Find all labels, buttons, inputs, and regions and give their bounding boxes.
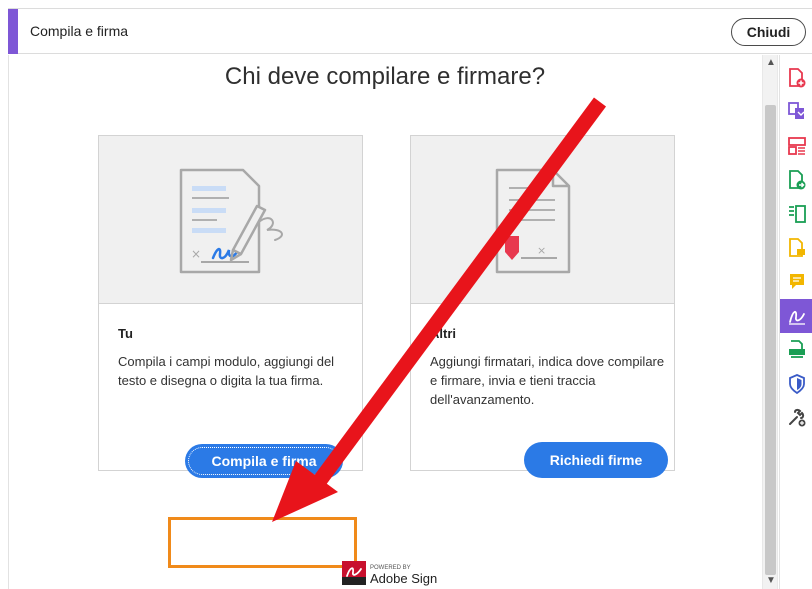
card-self-description: Compila i campi modulo, aggiungi del tes… [118,354,335,388]
tool-export-pdf[interactable] [780,163,812,197]
svg-text:×: × [537,244,546,257]
tool-scan[interactable] [780,333,812,367]
main-panel: Chi deve compilare e firmare? × Tu Compi… [8,55,760,589]
scroll-up-icon[interactable]: ▲ [763,57,779,71]
card-self-sign[interactable]: × Tu Compila i campi modulo, aggiungi de… [98,135,363,478]
card-self-title: Tu [118,326,133,341]
svg-text:×: × [191,247,201,261]
adobe-sign-label: Adobe Sign [370,571,437,586]
fill-and-sign-icon [789,311,805,325]
document-request-icon: × [495,168,571,274]
tool-protect[interactable] [780,367,812,401]
card-request-signatures[interactable]: × Altri Aggiungi firmatari, indica dove … [410,135,675,478]
protect-icon [789,374,805,394]
vertical-scrollbar[interactable]: ▲ ▼ [762,55,778,589]
tool-create-pdf[interactable] [780,61,812,95]
export-pdf-icon [789,170,806,190]
tool-more-tools[interactable] [780,401,812,435]
scroll-thumb[interactable] [765,105,776,575]
tool-fill-and-sign[interactable] [780,299,812,333]
organize-pages-icon [788,137,806,155]
document-signature-icon: × [179,168,283,274]
tool-combine-files[interactable] [780,95,812,129]
tool-comment-pdf[interactable] [780,231,812,265]
create-pdf-icon [789,68,806,88]
panel-title: Compila e firma [30,23,129,39]
comment-icon [790,274,804,289]
card-others-description: Aggiungi firmatari, indica dove compilar… [430,354,665,407]
more-tools-icon [789,408,806,427]
close-button[interactable]: Chiudi [731,18,806,46]
tool-edit-pdf[interactable] [780,197,812,231]
tool-organize-pages[interactable] [780,129,812,163]
powered-by-adobe-sign: POWERED BY Adobe Sign [342,557,442,589]
scroll-down-icon[interactable]: ▼ [763,575,779,589]
adobe-sign-logo: POWERED BY Adobe Sign [342,561,437,586]
request-signatures-illustration: × [411,136,674,304]
edit-pdf-icon [789,205,806,223]
highlight-box [168,517,357,568]
page-heading: Chi deve compilare e firmare? [224,63,546,90]
comment-pdf-icon [789,238,805,257]
tool-comment[interactable] [780,265,812,299]
tools-pane [779,55,812,589]
card-others-title: Altri [430,326,456,341]
request-signatures-button[interactable]: Richiedi firme [524,442,668,478]
self-sign-illustration: × [99,136,362,304]
title-bar: Compila e firma Chiudi [8,8,812,54]
accent-stripe [8,9,18,54]
fill-and-sign-button[interactable]: Compila e firma [185,444,343,478]
combine-files-icon [788,102,805,119]
scan-icon [789,340,805,358]
